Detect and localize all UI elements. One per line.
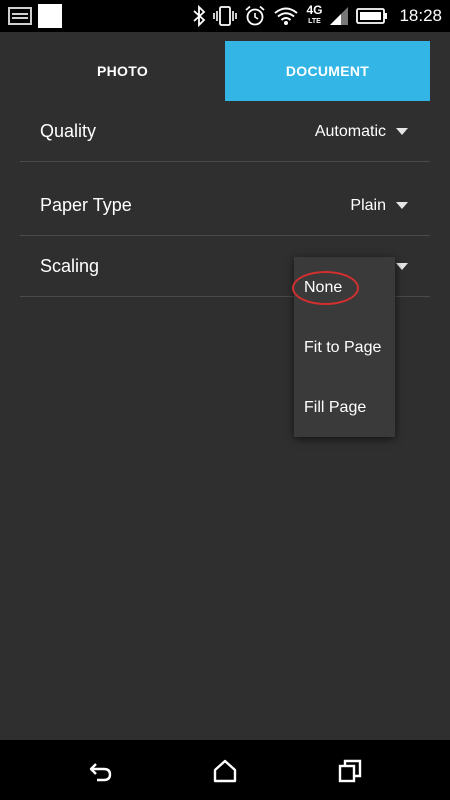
dropdown-arrow-icon [396, 202, 408, 209]
signal-icon [330, 7, 349, 25]
paper-type-dropdown[interactable]: Plain [350, 176, 408, 235]
menu-item-fit-to-page[interactable]: Fit to Page [304, 318, 381, 378]
setting-label-paper-type: Paper Type [40, 195, 132, 215]
recent-apps-icon[interactable] [337, 758, 363, 784]
quality-value: Automatic [314, 122, 386, 140]
battery-icon [356, 8, 388, 24]
setting-label-scaling: Scaling [40, 256, 100, 276]
wifi-icon [274, 7, 299, 25]
alarm-icon [245, 5, 266, 26]
dropdown-arrow-icon [396, 128, 408, 135]
gallery-notification-icon [8, 7, 32, 25]
tab-document[interactable]: DOCUMENT [225, 41, 430, 101]
bluetooth-icon [193, 5, 206, 27]
paper-type-value: Plain [350, 196, 386, 214]
tab-photo[interactable]: PHOTO [20, 41, 225, 101]
setting-row-quality: Quality Automatic [20, 102, 430, 162]
network-type-badge: 4G LTE [306, 3, 323, 27]
network-type-label: 4G [306, 3, 323, 17]
notification-area [8, 4, 62, 28]
mode-tabs: PHOTO DOCUMENT [20, 41, 430, 101]
navigation-bar [0, 740, 450, 800]
setting-label-quality: Quality [40, 121, 97, 141]
vibrate-icon [213, 6, 238, 26]
system-status-icons: 4G LTE 18:28 [192, 4, 442, 28]
setting-row-paper-type: Paper Type Plain [20, 176, 430, 236]
scaling-options-menu: None Fit to Page Fill Page [294, 257, 395, 437]
dropdown-arrow-icon [396, 263, 408, 270]
quality-dropdown[interactable]: Automatic [315, 102, 408, 161]
white-square-notification-icon [38, 4, 62, 28]
menu-item-fill-page[interactable]: Fill Page [304, 378, 366, 438]
network-subtype-label: LTE [308, 18, 321, 25]
menu-item-none[interactable]: None [304, 258, 342, 318]
home-icon[interactable] [212, 758, 238, 784]
clock: 18:28 [399, 6, 442, 25]
back-icon[interactable] [88, 758, 114, 784]
status-bar: 4G LTE 18:28 [0, 0, 450, 32]
